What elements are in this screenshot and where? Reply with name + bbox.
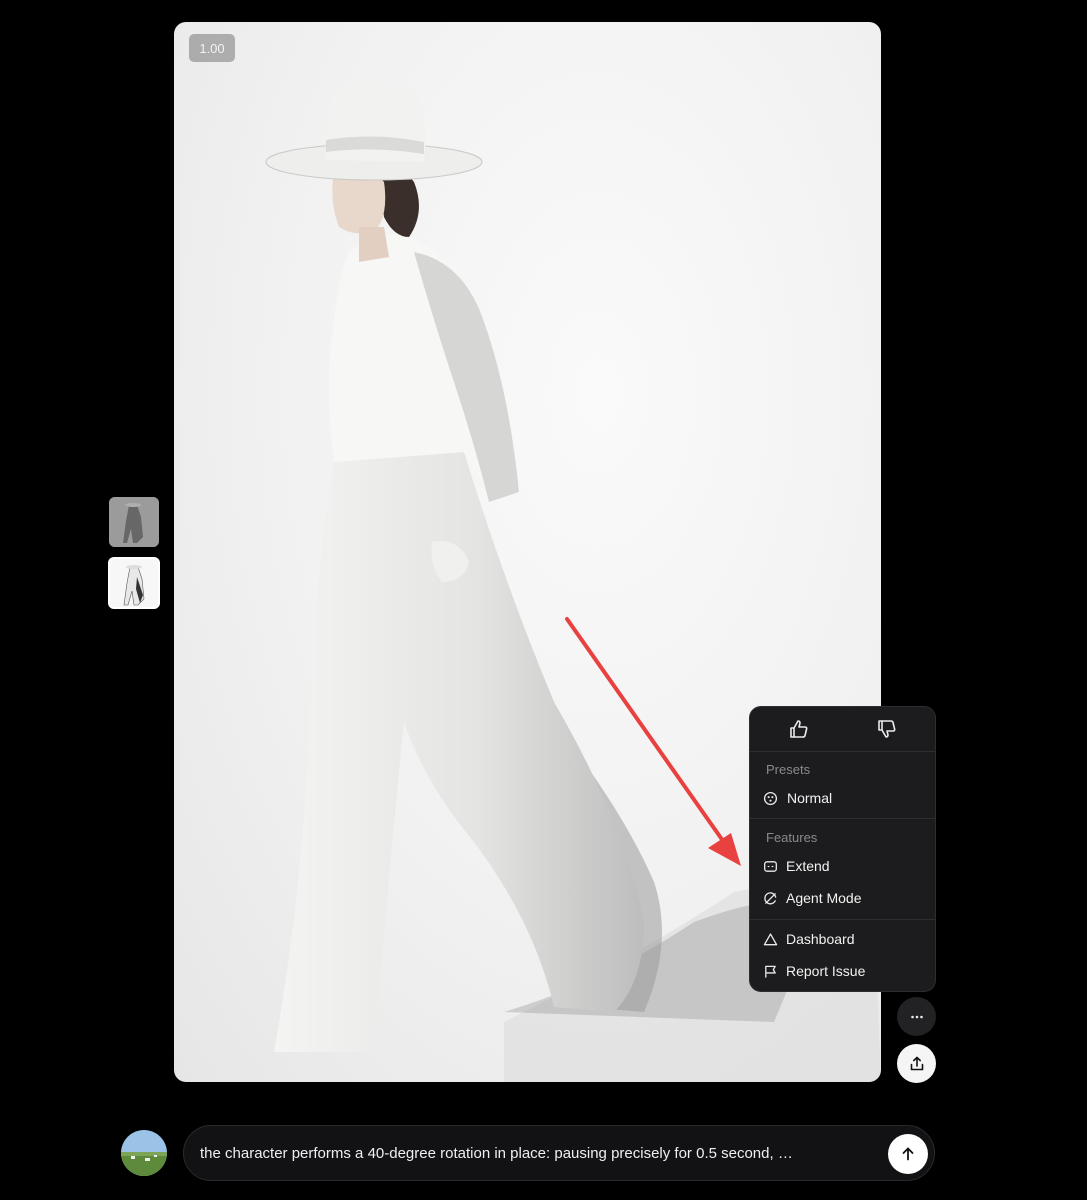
preset-normal[interactable]: Normal — [750, 783, 935, 813]
menu-divider — [750, 919, 935, 920]
feature-extend[interactable]: Extend — [750, 851, 935, 881]
presets-label: Presets — [766, 762, 811, 777]
avatar[interactable] — [121, 1130, 167, 1176]
prompt-input[interactable]: the character performs a 40-degree rotat… — [183, 1125, 935, 1181]
model-thumbnail-icon — [109, 497, 159, 547]
menu-dashboard-label: Dashboard — [786, 931, 855, 947]
prompt-text[interactable]: the character performs a 40-degree rotat… — [200, 1145, 845, 1162]
feature-extend-label: Extend — [786, 858, 830, 874]
thumbnail-2[interactable] — [108, 557, 160, 609]
thumbs-down-icon[interactable] — [875, 717, 899, 741]
rating-row — [750, 707, 935, 751]
feature-agent-mode[interactable]: Agent Mode — [750, 883, 935, 913]
menu-divider — [750, 751, 935, 752]
more-button[interactable] — [897, 997, 936, 1036]
model-thumbnail-icon — [110, 559, 158, 607]
triangle-icon — [763, 932, 778, 945]
flag-icon — [765, 965, 776, 978]
features-label: Features — [766, 830, 818, 845]
share-button[interactable] — [897, 1044, 936, 1083]
menu-report-issue-label: Report Issue — [786, 963, 866, 979]
share-upload-icon — [910, 1056, 923, 1070]
landscape-avatar-icon — [121, 1130, 167, 1176]
preset-icon — [763, 791, 778, 805]
agent-mode-icon — [764, 891, 777, 904]
thumbs-up-icon[interactable] — [787, 717, 811, 741]
menu-report-issue[interactable]: Report Issue — [750, 956, 935, 986]
feature-agent-mode-label: Agent Mode — [786, 890, 862, 906]
arrow-up-icon — [902, 1147, 914, 1161]
context-menu: Presets Normal Features Extend Agent Mod… — [749, 706, 936, 992]
thumbnail-1[interactable] — [109, 497, 159, 547]
more-horizontal-icon — [910, 1015, 923, 1018]
menu-dashboard[interactable]: Dashboard — [750, 924, 935, 954]
extend-icon — [764, 860, 777, 872]
menu-divider — [750, 818, 935, 819]
submit-button[interactable] — [888, 1134, 928, 1174]
preset-normal-label: Normal — [787, 790, 833, 806]
